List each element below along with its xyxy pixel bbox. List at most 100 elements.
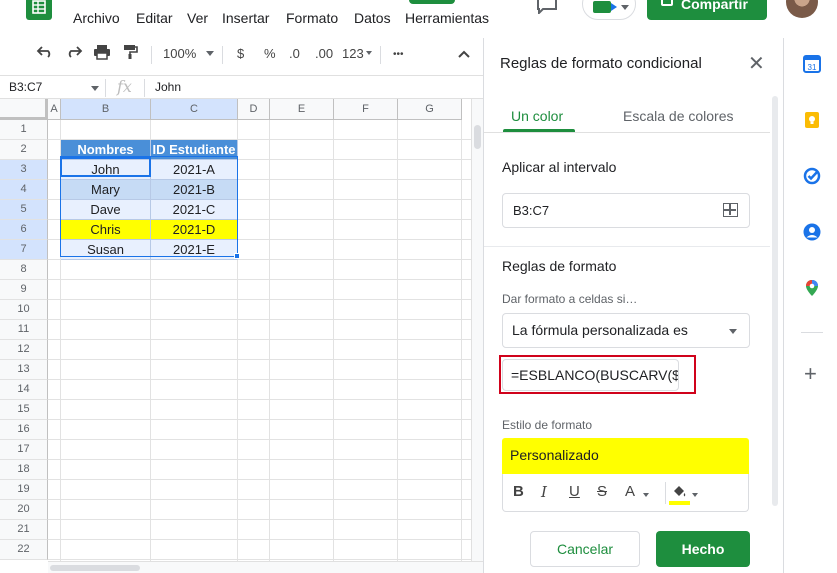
column-header-b[interactable]: B xyxy=(61,99,151,120)
calendar-icon[interactable]: 31 xyxy=(803,55,821,73)
row-header-14[interactable]: 14 xyxy=(0,380,48,400)
format-style-preview[interactable]: Personalizado xyxy=(502,438,749,474)
percent-format-button[interactable]: % xyxy=(264,46,276,61)
column-header-d[interactable]: D xyxy=(238,99,270,120)
comment-icon[interactable] xyxy=(536,0,558,19)
chevron-down-icon[interactable] xyxy=(91,86,99,91)
custom-formula-input[interactable]: =ESBLANCO(BUSCARV($C xyxy=(502,359,679,391)
column-header-e[interactable]: E xyxy=(270,99,334,120)
menu-insertar[interactable]: Insertar xyxy=(222,10,269,26)
name-box[interactable]: B3:C7 xyxy=(9,80,42,94)
select-range-icon[interactable] xyxy=(723,203,738,217)
print-icon[interactable] xyxy=(93,44,111,63)
spreadsheet-grid[interactable]: ABCDEFG 1 2 3 4 5 6 7 8 9 10 11 12 13 14 15 16 17 18 19 20 2… xyxy=(0,99,471,561)
number-format-button[interactable]: 123 xyxy=(342,46,364,61)
table-header-nombres[interactable]: Nombres xyxy=(61,140,151,160)
range-input[interactable]: B3:C7 xyxy=(502,193,750,228)
undo-icon[interactable] xyxy=(36,44,54,61)
formula-input[interactable]: John xyxy=(155,80,181,94)
table-cell[interactable]: 2021-B xyxy=(151,180,238,200)
column-header-c[interactable]: C xyxy=(151,99,238,120)
condition-label: Dar formato a celdas si… xyxy=(502,292,638,306)
table-cell[interactable]: John xyxy=(61,160,151,180)
row-header-21[interactable]: 21 xyxy=(0,520,48,540)
extension-button[interactable] xyxy=(409,0,455,4)
row-header-8[interactable]: 8 xyxy=(0,260,48,280)
increase-decimals-button[interactable]: .00 xyxy=(315,46,333,61)
maps-icon[interactable] xyxy=(803,279,821,297)
menu-herramientas[interactable]: Herramientas xyxy=(405,10,489,26)
table-cell[interactable]: 2021-D xyxy=(151,220,238,240)
column-header-a[interactable]: A xyxy=(48,99,61,120)
currency-format-button[interactable]: $ xyxy=(237,46,244,61)
row-header-7[interactable]: 7 xyxy=(0,240,48,260)
more-options-button[interactable]: ••• xyxy=(393,49,404,60)
zoom-select[interactable]: 100% xyxy=(163,46,196,61)
row-header-22[interactable]: 22 xyxy=(0,540,48,560)
sheets-logo-icon[interactable] xyxy=(26,0,52,20)
table-cell[interactable]: Dave xyxy=(61,200,151,220)
fill-handle[interactable] xyxy=(234,253,240,259)
done-button[interactable]: Hecho xyxy=(656,531,750,567)
strikethrough-button[interactable]: S xyxy=(597,483,607,500)
contacts-icon[interactable] xyxy=(803,223,821,241)
underline-button[interactable]: U xyxy=(569,483,580,500)
row-header-18[interactable]: 18 xyxy=(0,460,48,480)
row-header-15[interactable]: 15 xyxy=(0,400,48,420)
row-header-1[interactable]: 1 xyxy=(0,120,48,140)
row-header-17[interactable]: 17 xyxy=(0,440,48,460)
cancel-button[interactable]: Cancelar xyxy=(530,531,640,567)
share-button[interactable]: Compartir xyxy=(647,0,767,20)
table-cell[interactable]: Susan xyxy=(61,240,151,260)
panel-scrollbar[interactable] xyxy=(772,96,778,506)
fill-color-icon[interactable] xyxy=(671,484,687,501)
table-cell[interactable]: Mary xyxy=(61,180,151,200)
format-rules-label: Reglas de formato xyxy=(502,258,617,274)
row-header-19[interactable]: 19 xyxy=(0,480,48,500)
menu-formato[interactable]: Formato xyxy=(286,10,338,26)
tasks-icon[interactable] xyxy=(803,167,821,185)
menu-datos[interactable]: Datos xyxy=(354,10,391,26)
menu-bar: Archivo Editar Ver Insertar Formato Dato… xyxy=(0,0,837,36)
condition-select[interactable]: La fórmula personalizada es xyxy=(502,313,750,348)
row-header-12[interactable]: 12 xyxy=(0,340,48,360)
menu-ver[interactable]: Ver xyxy=(187,10,208,26)
row-header-11[interactable]: 11 xyxy=(0,320,48,340)
column-header-f[interactable]: F xyxy=(334,99,398,120)
tab-color-scale[interactable]: Escala de colores xyxy=(623,108,734,124)
row-header-13[interactable]: 13 xyxy=(0,360,48,380)
vertical-scrollbar[interactable] xyxy=(471,99,483,561)
bold-button[interactable]: B xyxy=(513,483,524,500)
row-header-3[interactable]: 3 xyxy=(0,160,48,180)
menu-archivo[interactable]: Archivo xyxy=(73,10,120,26)
column-header-g[interactable]: G xyxy=(398,99,462,120)
row-header-2[interactable]: 2 xyxy=(0,140,48,160)
table-cell[interactable]: Chris xyxy=(61,220,151,240)
table-cell[interactable]: 2021-C xyxy=(151,200,238,220)
redo-icon[interactable] xyxy=(65,44,83,61)
row-header-9[interactable]: 9 xyxy=(0,280,48,300)
paint-format-icon[interactable] xyxy=(122,44,138,63)
avatar[interactable] xyxy=(786,0,818,18)
row-header-5[interactable]: 5 xyxy=(0,200,48,220)
chevron-up-icon[interactable] xyxy=(457,47,471,62)
row-header-10[interactable]: 10 xyxy=(0,300,48,320)
decrease-decimals-button[interactable]: .0 xyxy=(289,46,300,61)
row-header-6[interactable]: 6 xyxy=(0,220,48,240)
row-header-16[interactable]: 16 xyxy=(0,420,48,440)
select-all-corner[interactable] xyxy=(0,99,48,120)
row-header-4[interactable]: 4 xyxy=(0,180,48,200)
table-cell[interactable]: 2021-E xyxy=(151,240,238,260)
close-icon[interactable]: ✕ xyxy=(748,54,765,74)
menu-editar[interactable]: Editar xyxy=(136,10,173,26)
meet-button[interactable] xyxy=(582,0,636,20)
italic-button[interactable]: I xyxy=(541,483,547,501)
text-color-button[interactable]: A xyxy=(625,483,635,500)
add-icon[interactable]: + xyxy=(804,363,817,385)
horizontal-scrollbar[interactable] xyxy=(48,561,483,573)
row-header-20[interactable]: 20 xyxy=(0,500,48,520)
table-cell[interactable]: 2021-A xyxy=(151,160,238,180)
keep-icon[interactable] xyxy=(803,111,821,129)
table-header-id[interactable]: ID Estudiante xyxy=(151,140,238,160)
tab-single-color[interactable]: Un color xyxy=(511,108,563,124)
